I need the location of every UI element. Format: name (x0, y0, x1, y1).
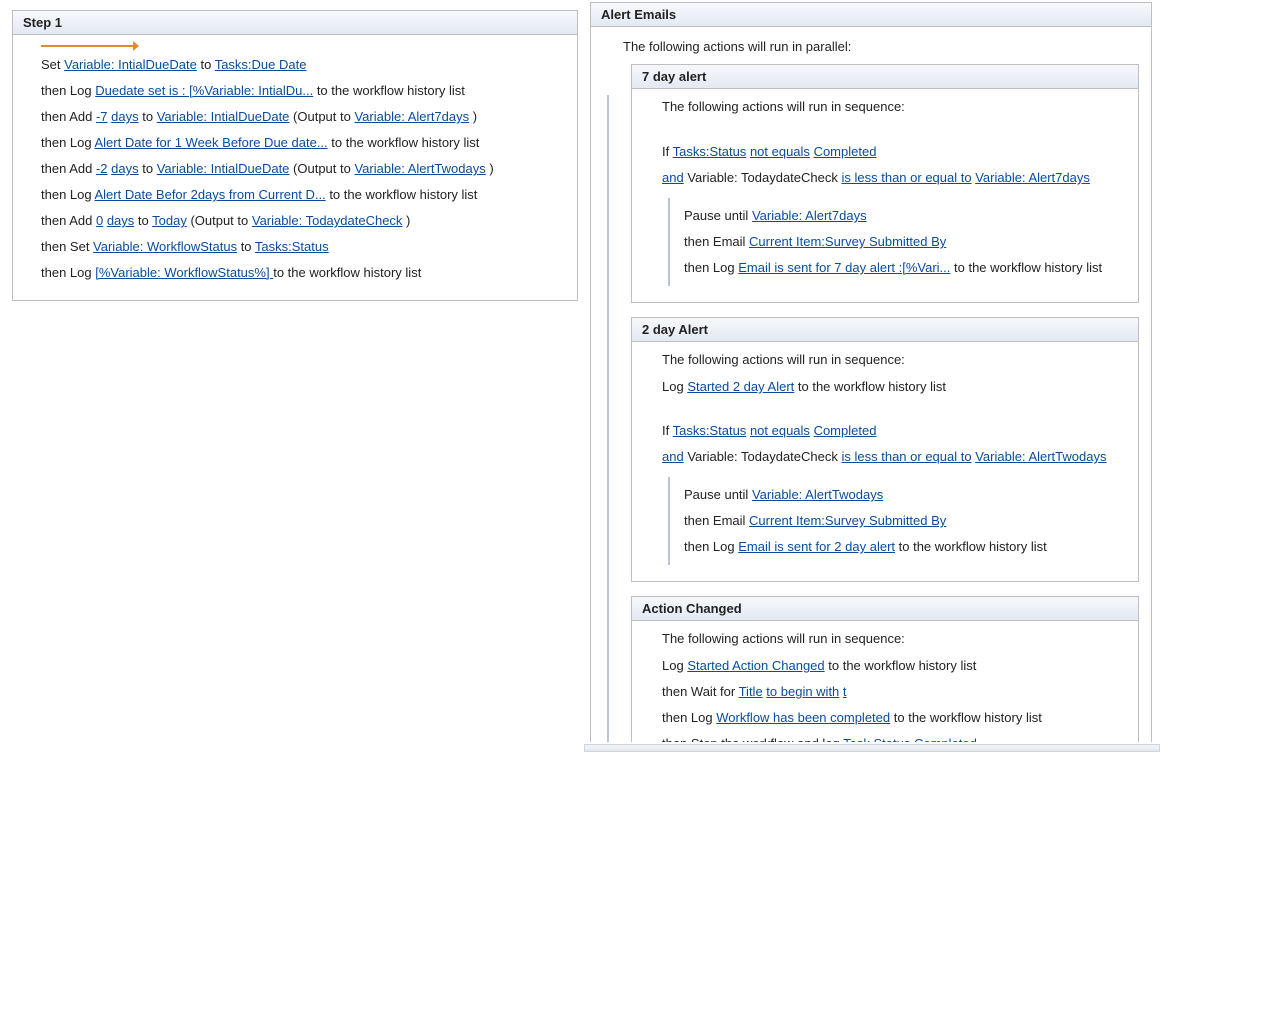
link-log-1[interactable]: Duedate set is : [%Variable: IntialDu... (95, 83, 313, 98)
two-day-header[interactable]: 2 day Alert (632, 318, 1138, 342)
ac-log-completed[interactable]: then Log Workflow has been completed to … (662, 708, 1120, 728)
action-add-minus-7[interactable]: then Add -7 days to Variable: IntialDueD… (41, 107, 559, 127)
two-pause[interactable]: Pause until Variable: AlertTwodays (684, 485, 1120, 505)
seven-log[interactable]: then Log Email is sent for 7 day alert :… (684, 258, 1120, 278)
action-log-2days[interactable]: then Log Alert Date Befor 2days from Cur… (41, 185, 559, 205)
two-day-panel: 2 day Alert The following actions will r… (631, 317, 1139, 582)
alert-emails-title: Alert Emails (601, 7, 676, 22)
action-set-workflow-status[interactable]: then Set Variable: WorkflowStatus to Tas… (41, 237, 559, 257)
parallel-bracket (601, 95, 615, 742)
step1-panel: Step 1 Set Variable: IntialDueDate to Ta… (12, 10, 578, 301)
two-cond-1[interactable]: If Tasks:Status not equals Completed (662, 421, 1120, 441)
alert-emails-header[interactable]: Alert Emails (591, 3, 1151, 27)
alert-emails-panel: Alert Emails The following actions will … (590, 2, 1152, 742)
insertion-caret[interactable] (41, 43, 559, 49)
two-inner-block: Pause until Variable: AlertTwodays then … (668, 477, 1120, 565)
action-log-duedate[interactable]: then Log Duedate set is : [%Variable: In… (41, 81, 559, 101)
action-log-1week[interactable]: then Log Alert Date for 1 Week Before Du… (41, 133, 559, 153)
parallel-note: The following actions will run in parall… (623, 39, 1139, 54)
ac-wait-for[interactable]: then Wait for Title to begin with t (662, 682, 1120, 702)
link-var-initial-due[interactable]: Variable: IntialDueDate (64, 57, 197, 72)
ac-log-start[interactable]: Log Started Action Changed to the workfl… (662, 656, 1120, 676)
ac-seq-note: The following actions will run in sequen… (662, 631, 1120, 646)
seven-pause[interactable]: Pause until Variable: Alert7days (684, 206, 1120, 226)
step1-header[interactable]: Step 1 (13, 11, 577, 35)
seven-email[interactable]: then Email Current Item:Survey Submitted… (684, 232, 1120, 252)
seven-seq-note: The following actions will run in sequen… (662, 99, 1120, 114)
seven-cond-2[interactable]: and Variable: TodaydateCheck is less tha… (662, 168, 1120, 188)
seven-day-panel: 7 day alert The following actions will r… (631, 64, 1139, 303)
link-tasks-due-date[interactable]: Tasks:Due Date (215, 57, 307, 72)
two-seq-note: The following actions will run in sequen… (662, 352, 1120, 367)
seven-day-header[interactable]: 7 day alert (632, 65, 1138, 89)
step1-title: Step 1 (23, 15, 62, 30)
two-pre-log[interactable]: Log Started 2 day Alert to the workflow … (662, 377, 1120, 397)
action-add-0-today[interactable]: then Add 0 days to Today (Output to Vari… (41, 211, 559, 231)
two-email[interactable]: then Email Current Item:Survey Submitted… (684, 511, 1120, 531)
two-log[interactable]: then Log Email is sent for 2 day alert t… (684, 537, 1120, 557)
action-add-minus-2[interactable]: then Add -2 days to Variable: IntialDueD… (41, 159, 559, 179)
ac-stop-workflow[interactable]: then Stop the workflow and log Task Stat… (662, 734, 1120, 742)
seven-inner-block: Pause until Variable: Alert7days then Em… (668, 198, 1120, 286)
seven-cond-1[interactable]: If Tasks:Status not equals Completed (662, 142, 1120, 162)
action-set-initial-due[interactable]: Set Variable: IntialDueDate to Tasks:Due… (41, 55, 559, 75)
action-changed-header[interactable]: Action Changed (632, 597, 1138, 621)
bottom-divider (584, 744, 1160, 752)
two-cond-2[interactable]: and Variable: TodaydateCheck is less tha… (662, 447, 1120, 467)
right-viewport: Alert Emails The following actions will … (590, 2, 1154, 742)
action-changed-panel: Action Changed The following actions wil… (631, 596, 1139, 742)
action-log-workflow-status[interactable]: then Log [%Variable: WorkflowStatus%] to… (41, 263, 559, 283)
